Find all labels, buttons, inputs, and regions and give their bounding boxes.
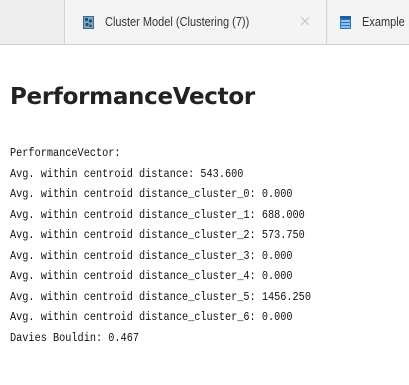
- output-line: Avg. within centroid distance: 543.600: [10, 167, 244, 181]
- tab-example-set-label: Example: [362, 15, 405, 29]
- output-line: Avg. within centroid distance_cluster_4:…: [10, 270, 293, 283]
- tab-bar-spacer: [0, 0, 65, 44]
- tab-cluster-model-label: Cluster Model (Clustering (7)): [105, 15, 250, 29]
- output-line: Davies Bouldin: 0.467: [10, 331, 139, 345]
- output-line: Avg. within centroid distance_cluster_0:…: [10, 188, 293, 201]
- results-tab-bar: Cluster Model (Clustering (7)) Example: [0, 0, 409, 45]
- cluster-model-icon: [83, 15, 94, 29]
- output-line: PerformanceVector:: [10, 147, 121, 160]
- output-line: Avg. within centroid distance_cluster_2:…: [10, 229, 305, 242]
- output-line: Avg. within centroid distance_cluster_1:…: [10, 208, 305, 222]
- output-line: Avg. within centroid distance_cluster_3:…: [10, 249, 293, 263]
- example-set-icon: [340, 15, 351, 29]
- tab-example-set[interactable]: Example: [328, 0, 409, 44]
- performance-vector-output: PerformanceVector: Avg. within centroid …: [10, 144, 348, 349]
- page-title: PerformanceVector: [10, 84, 255, 110]
- output-line: Avg. within centroid distance_cluster_5:…: [10, 290, 311, 304]
- tab-cluster-model[interactable]: Cluster Model (Clustering (7)): [65, 0, 327, 44]
- output-line: Avg. within centroid distance_cluster_6:…: [10, 311, 293, 324]
- close-icon[interactable]: [297, 13, 313, 29]
